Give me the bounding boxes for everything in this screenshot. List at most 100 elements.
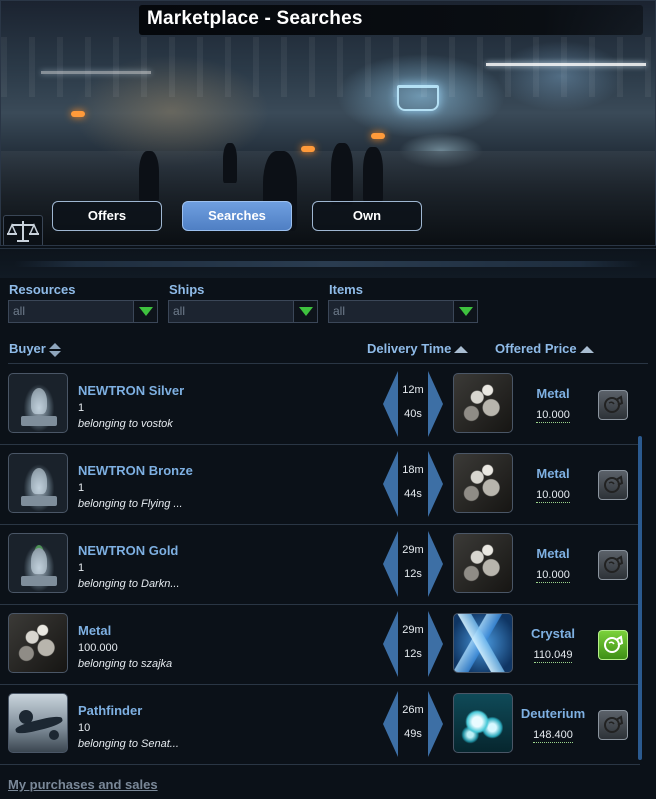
item-owner: belonging to vostok [78, 418, 173, 430]
table-row: NEWTRON Silver 1 belonging to vostok 12m… [0, 365, 640, 445]
delivery-minutes: 29m [402, 624, 424, 636]
price-amount: 10.000 [508, 569, 598, 583]
banner-floor [1, 151, 655, 245]
column-offered-price[interactable]: Offered Price [495, 341, 594, 356]
banner-lamp [371, 133, 385, 139]
item-quantity: 1 [78, 562, 85, 574]
item-owner: belonging to Senat... [78, 738, 179, 750]
item-quantity: 1 [78, 482, 85, 494]
resources-filter-value: all [13, 304, 26, 318]
column-buyer[interactable]: Buyer [9, 341, 61, 357]
tab-own[interactable]: Own [312, 201, 422, 231]
arrow-left-icon [383, 451, 398, 517]
table-row: Pathfinder 10 belonging to Senat... 26m … [0, 685, 640, 765]
handshake-icon [604, 635, 624, 653]
delivery-time: 26m 49s [383, 691, 443, 757]
banner-figure [223, 143, 237, 183]
accept-button[interactable] [598, 390, 628, 420]
chevron-down-icon[interactable] [293, 301, 317, 322]
price-amount: 10.000 [508, 409, 598, 423]
accept-button[interactable] [598, 470, 628, 500]
price-resource: Metal [536, 466, 570, 481]
chevron-down-icon[interactable] [133, 301, 157, 322]
price-amount-value: 10.000 [536, 569, 570, 583]
metal-icon [453, 533, 513, 593]
arrow-right-icon [428, 531, 443, 597]
sort-ascending-icon[interactable] [454, 345, 469, 354]
sort-ascending-icon[interactable] [579, 345, 594, 354]
price-amount: 10.000 [508, 489, 598, 503]
page-title: Marketplace - Searches [147, 8, 363, 29]
shopping-cart-sign-icon [397, 85, 439, 111]
arrow-left-icon [383, 611, 398, 677]
metal-icon [453, 453, 513, 513]
ships-filter-value: all [173, 304, 186, 318]
delivery-seconds: 44s [404, 488, 422, 500]
arrow-right-icon [428, 611, 443, 677]
resources-filter-select[interactable]: all [8, 300, 158, 323]
item-quantity: 100.000 [78, 642, 118, 654]
delivery-time: 29m 12s [383, 611, 443, 677]
price-resource: Crystal [530, 626, 576, 641]
price-amount-value: 10.000 [536, 409, 570, 423]
ship-module-icon [8, 533, 68, 593]
items-filter-select[interactable]: all [328, 300, 478, 323]
item-owner: belonging to Darkn... [78, 578, 180, 590]
arrow-right-icon [428, 451, 443, 517]
ship-module-icon [8, 373, 68, 433]
column-offered-price-label: Offered Price [495, 341, 577, 356]
banner-figure [139, 151, 159, 203]
chevron-down-icon[interactable] [453, 301, 477, 322]
delivery-time: 12m 40s [383, 371, 443, 437]
deuterium-icon [453, 693, 513, 753]
ships-filter-select[interactable]: all [168, 300, 318, 323]
item-owner: belonging to Flying ... [78, 498, 183, 510]
pathfinder-ship-icon [8, 693, 68, 753]
arrow-left-icon [383, 691, 398, 757]
item-name: NEWTRON Silver [78, 383, 185, 398]
banner-lamp [301, 146, 315, 152]
accept-button[interactable] [598, 630, 628, 660]
price-amount: 148.400 [508, 729, 598, 743]
delivery-seconds: 49s [404, 728, 422, 740]
column-delivery-time-label: Delivery Time [367, 341, 452, 356]
price-amount: 110.049 [508, 649, 598, 663]
arrow-left-icon [383, 531, 398, 597]
price-amount-value: 148.400 [533, 729, 573, 743]
tab-searches[interactable]: Searches [182, 201, 292, 231]
price-amount-value: 10.000 [536, 489, 570, 503]
arrow-left-icon [383, 371, 398, 437]
tab-offers[interactable]: Offers [52, 201, 162, 231]
sort-icon[interactable] [48, 342, 61, 357]
column-delivery-time[interactable]: Delivery Time [367, 341, 469, 356]
ship-module-icon [8, 453, 68, 513]
metal-icon [453, 373, 513, 433]
price-resource: Metal [536, 546, 570, 561]
delivery-time: 29m 12s [383, 531, 443, 597]
item-quantity: 10 [78, 722, 91, 734]
handshake-icon [604, 715, 624, 733]
table-row: Metal 100.000 belonging to szajka 29m 12… [0, 605, 640, 685]
ships-filter-label: Ships [169, 282, 205, 297]
price-amount-value: 110.049 [533, 649, 573, 663]
accept-button[interactable] [598, 710, 628, 740]
banner-light [41, 71, 151, 74]
delivery-seconds: 12s [404, 568, 422, 580]
section-divider [0, 248, 656, 278]
item-name: NEWTRON Bronze [78, 463, 193, 478]
item-name: NEWTRON Gold [78, 543, 179, 558]
accept-button[interactable] [598, 550, 628, 580]
banner-figure [363, 147, 383, 203]
list-scrollbar[interactable] [638, 436, 642, 760]
header-divider [8, 363, 648, 364]
banner-ceiling [1, 37, 655, 97]
delivery-seconds: 12s [404, 648, 422, 660]
banner-figure [331, 143, 353, 205]
delivery-minutes: 12m [402, 384, 424, 396]
delivery-minutes: 18m [402, 464, 424, 476]
banner-lamp [71, 111, 85, 117]
table-row: NEWTRON Bronze 1 belonging to Flying ...… [0, 445, 640, 525]
price-resource: Deuterium [520, 706, 586, 721]
my-purchases-and-sales-link[interactable]: My purchases and sales [8, 777, 158, 792]
item-name: Pathfinder [78, 703, 143, 718]
